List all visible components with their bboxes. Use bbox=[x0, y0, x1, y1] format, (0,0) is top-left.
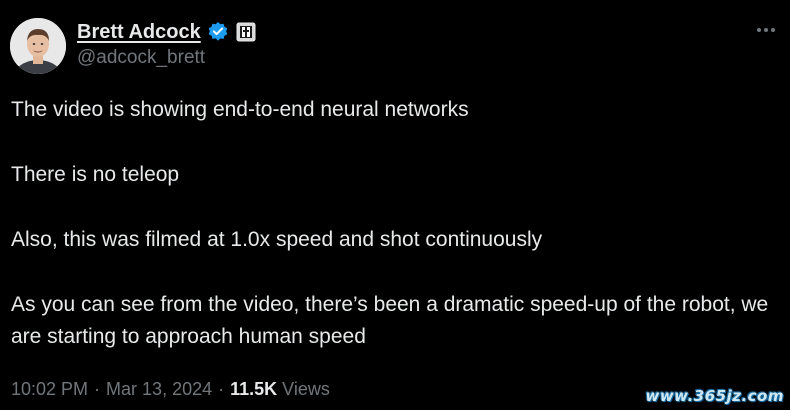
tweet-time-link[interactable]: 10:02 PM bbox=[11, 379, 88, 400]
avatar-image bbox=[10, 18, 66, 74]
more-options-button[interactable] bbox=[754, 20, 778, 40]
tweet-paragraph: There is no teleop bbox=[11, 163, 180, 186]
author-handle[interactable]: @adcock_brett bbox=[77, 47, 205, 69]
views-count: 11.5K bbox=[230, 379, 278, 399]
tweet-paragraph: Also, this was filmed at 1.0x speed and … bbox=[11, 228, 543, 251]
tweet-card: Brett Adcock @adcock_brett The video is … bbox=[0, 0, 790, 410]
company-affiliate-icon[interactable] bbox=[235, 21, 257, 43]
tweet-paragraph: As you can see from the video, there’s b… bbox=[11, 293, 775, 348]
views-label: Views bbox=[282, 379, 330, 399]
tweet-meta: 10:02 PM · Mar 13, 2024 · 11.5K Views bbox=[11, 379, 330, 400]
author-name-row: Brett Adcock bbox=[77, 18, 257, 46]
tweet-text: The video is showing end-to-end neural n… bbox=[11, 94, 781, 386]
meta-separator: · bbox=[94, 379, 101, 399]
author-display-name[interactable]: Brett Adcock bbox=[77, 21, 201, 44]
more-horizontal-icon bbox=[757, 28, 775, 32]
avatar[interactable] bbox=[10, 18, 66, 74]
watermark: www.365jz.com bbox=[645, 387, 784, 405]
tweet-date-link[interactable]: Mar 13, 2024 bbox=[106, 379, 212, 400]
tweet-paragraph: The video is showing end-to-end neural n… bbox=[11, 98, 469, 121]
verified-badge-icon[interactable] bbox=[207, 21, 229, 43]
meta-separator: · bbox=[218, 379, 225, 399]
